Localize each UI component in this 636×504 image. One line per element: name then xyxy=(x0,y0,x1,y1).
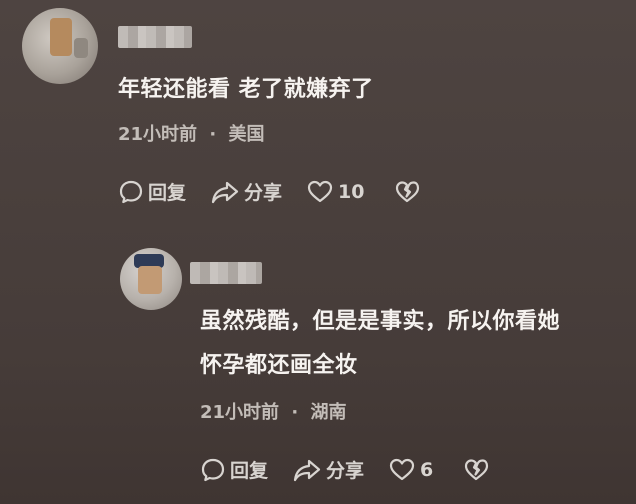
share-button[interactable]: 分享 xyxy=(210,178,282,205)
reply-dislike-button[interactable] xyxy=(463,457,489,483)
reply-share-button[interactable]: 分享 xyxy=(292,456,364,483)
comment-meta: 21小时前 · 美国 xyxy=(118,120,264,146)
comment-location: 美国 xyxy=(228,124,265,145)
reply-comment-actions: 回复 分享 6 xyxy=(200,456,489,483)
like-button[interactable]: 10 xyxy=(306,179,364,205)
like-count: 10 xyxy=(338,180,365,203)
heart-icon xyxy=(388,457,416,483)
share-arrow-icon xyxy=(210,179,240,205)
broken-heart-icon xyxy=(394,179,420,205)
comment-time: 21小时前 xyxy=(118,124,198,145)
reply-comment-text-line2: 怀孕都还画全妆 xyxy=(200,353,358,378)
reply-label: 回复 xyxy=(148,182,187,204)
reply-like-count: 6 xyxy=(420,458,434,481)
comment-text: 年轻还能看 老了就嫌弃了 xyxy=(118,77,374,102)
reply-user-avatar[interactable] xyxy=(120,248,182,310)
meta-separator: · xyxy=(209,124,217,145)
reply-reply-label: 回复 xyxy=(230,460,269,482)
reply-blurred-username[interactable] xyxy=(190,262,262,284)
reply-meta-separator: · xyxy=(291,402,299,423)
comment-actions: 回复 分享 10 xyxy=(118,178,420,205)
share-arrow-icon xyxy=(292,457,322,483)
reply-reply-button[interactable]: 回复 xyxy=(200,456,268,483)
comment-bubble-icon xyxy=(200,457,226,483)
broken-heart-icon xyxy=(463,457,489,483)
reply-like-button[interactable]: 6 xyxy=(388,457,433,483)
reply-comment-text-line1: 虽然残酷，但是是事实，所以你看她 xyxy=(200,309,561,334)
reply-button[interactable]: 回复 xyxy=(118,178,186,205)
share-label: 分享 xyxy=(244,182,283,204)
reply-comment-meta: 21小时前 · 湖南 xyxy=(200,398,346,424)
heart-icon xyxy=(306,179,334,205)
dislike-button[interactable] xyxy=(394,179,420,205)
blurred-username[interactable] xyxy=(118,26,192,48)
comment-bubble-icon xyxy=(118,179,144,205)
user-avatar[interactable] xyxy=(22,8,98,84)
reply-comment-time: 21小时前 xyxy=(200,402,280,423)
reply-comment-location: 湖南 xyxy=(310,402,347,423)
reply-share-label: 分享 xyxy=(326,460,365,482)
